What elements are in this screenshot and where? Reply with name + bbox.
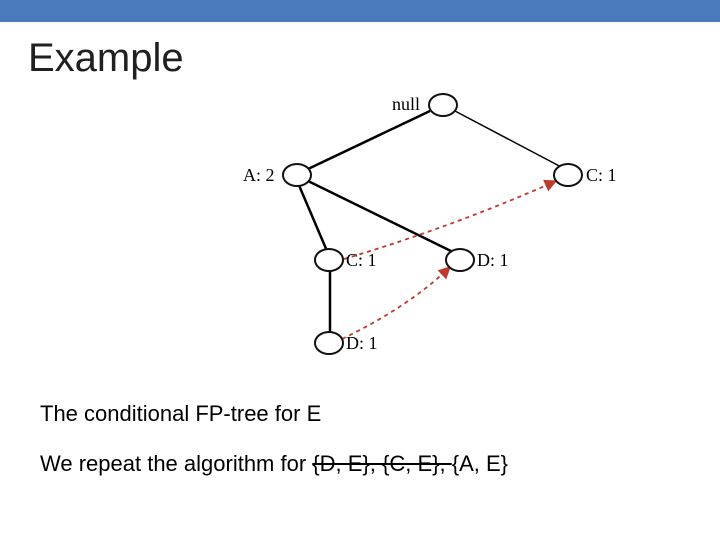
node-c1-left bbox=[315, 249, 343, 271]
edge-a-c-left bbox=[298, 183, 327, 251]
slide-title: Example bbox=[28, 36, 720, 81]
caption-line2-prefix: We repeat the algorithm for bbox=[40, 451, 312, 476]
diagram-stage: null A: 2 C: 1 C: 1 D: 1 D: 1 bbox=[0, 81, 720, 401]
node-d1-bottom bbox=[315, 332, 343, 354]
label-c1-left: C: 1 bbox=[346, 250, 377, 271]
node-c1-right bbox=[554, 164, 582, 186]
label-d1-right: D: 1 bbox=[477, 250, 509, 271]
link-d-d bbox=[342, 267, 450, 339]
caption-line1: The conditional FP-tree for E bbox=[40, 401, 720, 427]
caption-line2-strike2: {C, E}, bbox=[382, 451, 452, 476]
caption-line2-strike1: {D, E}, bbox=[312, 451, 382, 476]
label-c1-right: C: 1 bbox=[586, 165, 617, 186]
caption-line2-tail: {A, E} bbox=[452, 451, 508, 476]
label-d1-bottom: D: 1 bbox=[346, 333, 378, 354]
link-c-c bbox=[344, 181, 556, 259]
node-a2 bbox=[283, 164, 311, 186]
accent-bar bbox=[0, 0, 720, 22]
node-d1-right bbox=[446, 249, 474, 271]
caption-line2: We repeat the algorithm for {D, E}, {C, … bbox=[40, 451, 720, 477]
label-a2: A: 2 bbox=[243, 165, 275, 186]
edge-null-a bbox=[308, 111, 430, 169]
label-null: null bbox=[392, 94, 420, 115]
node-null bbox=[429, 94, 457, 116]
edge-a-d-right bbox=[308, 181, 455, 253]
edge-null-c-right bbox=[455, 111, 565, 169]
